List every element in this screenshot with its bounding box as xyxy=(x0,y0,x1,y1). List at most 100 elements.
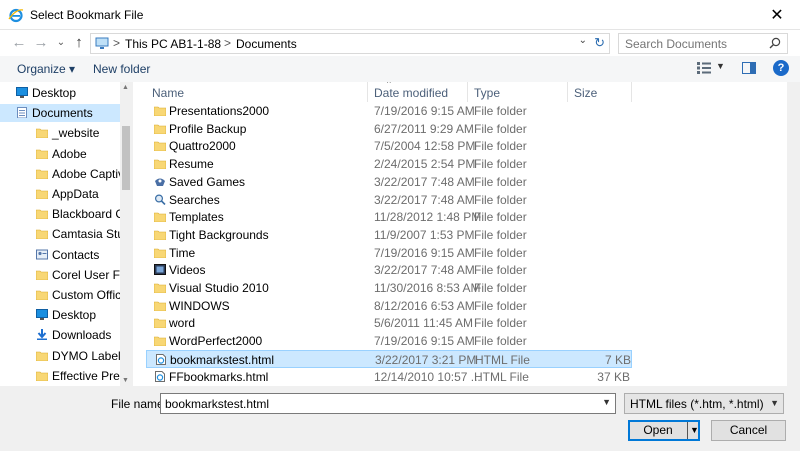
file-date: 7/19/2016 9:15 AM xyxy=(374,245,475,260)
file-name: Resume xyxy=(169,157,214,172)
folder-icon xyxy=(153,335,167,347)
videos-icon xyxy=(154,264,166,276)
forward-button[interactable]: → xyxy=(32,34,50,52)
sidebar-item-contacts[interactable]: Contacts xyxy=(0,246,120,264)
sidebar-item-adobe-captiva[interactable]: Adobe Captiva xyxy=(0,165,120,183)
column-header-type[interactable]: Type xyxy=(468,82,568,102)
file-name: Templates xyxy=(169,210,224,225)
file-name-dropdown-icon[interactable]: ▼ xyxy=(602,397,611,407)
file-date: 8/12/2016 6:53 AM xyxy=(374,298,475,313)
breadcrumb-documents[interactable]: Documents xyxy=(236,37,297,51)
file-row-quattro2000[interactable]: Quattro2000 7/5/2004 12:58 PM File folder xyxy=(146,137,632,155)
navigation-scrollbar[interactable]: ▲ ▼ xyxy=(120,82,132,386)
file-row-videos[interactable]: Videos 3/22/2017 7:48 AM File folder xyxy=(146,261,632,279)
search-icon xyxy=(769,37,781,49)
column-header-size[interactable]: Size xyxy=(568,82,632,102)
close-button[interactable]: ✕ xyxy=(754,0,800,30)
address-bar-row: ← → ⌄ ↑ > This PC AB1-1-88 > Documents ⌄… xyxy=(0,30,800,56)
sidebar-item-effective-presen[interactable]: Effective Presen xyxy=(0,367,120,385)
file-row-windows[interactable]: WINDOWS 8/12/2016 6:53 AM File folder xyxy=(146,297,632,315)
file-type-select[interactable]: HTML files (*.htm, *.html) ▼ xyxy=(624,393,784,414)
file-list-scrollbar[interactable] xyxy=(787,82,800,386)
folder-icon xyxy=(153,123,167,134)
sidebar-item-blackboard-cer[interactable]: Blackboard Cer xyxy=(0,205,120,223)
change-view-icon[interactable] xyxy=(697,62,711,74)
search-box[interactable] xyxy=(618,33,788,54)
address-dropdown-icon[interactable]: ⌄ xyxy=(579,35,587,46)
sidebar-item-label: DYMO Label xyxy=(52,348,120,363)
refresh-button[interactable]: ↻ xyxy=(594,35,605,51)
navigation-pane[interactable]: Desktop Documents _website Adobe Adobe Capti… xyxy=(0,82,132,386)
view-dropdown-icon[interactable]: ▼ xyxy=(716,61,725,71)
internet-explorer-icon xyxy=(8,8,24,23)
sidebar-item-downloads[interactable]: Downloads xyxy=(0,326,120,344)
sidebar-item-adobe[interactable]: Adobe xyxy=(0,145,120,163)
file-row-profile-backup[interactable]: Profile Backup 6/27/2011 9:29 AM File fold… xyxy=(146,120,632,138)
folder-icon xyxy=(153,282,167,294)
address-field[interactable]: > This PC AB1-1-88 > Documents ⌄ ↻ xyxy=(90,33,610,54)
column-header-size-label: Size xyxy=(574,86,598,100)
file-name: word xyxy=(169,316,196,331)
column-header-name[interactable]: Name xyxy=(146,82,368,102)
file-type: File folder xyxy=(474,157,527,172)
file-row-ffbookmarks-html[interactable]: FFbookmarks.html 12/14/2010 10:57 ... HTML… xyxy=(146,368,632,386)
file-row-word[interactable]: word 5/6/2011 11:45 AM File folder xyxy=(146,314,632,332)
folder-icon xyxy=(153,300,167,311)
file-name: Searches xyxy=(169,192,220,207)
sidebar-item-corel-user-files[interactable]: Corel User Files xyxy=(0,266,120,284)
file-date: 6/27/2011 9:29 AM xyxy=(374,121,474,136)
folder-icon xyxy=(35,148,49,159)
preview-pane-icon[interactable] xyxy=(742,62,756,74)
sidebar-item-custom-office[interactable]: Custom Office xyxy=(0,286,120,304)
sidebar-item-documents[interactable]: Documents xyxy=(0,104,120,123)
dialog-footer: File name: ▼ HTML files (*.htm, *.html) … xyxy=(0,386,800,451)
file-row-resume[interactable]: Resume 2/24/2015 2:54 PM File folder xyxy=(146,155,632,173)
file-row-wordperfect2000[interactable]: WordPerfect2000 7/19/2016 9:15 AM File fol… xyxy=(146,332,632,350)
sidebar-item-appdata[interactable]: AppData xyxy=(0,185,120,203)
file-date: 7/5/2004 12:58 PM xyxy=(374,139,476,154)
breadcrumb-separator: > xyxy=(224,36,232,50)
file-row-visual-studio-2010[interactable]: Visual Studio 2010 11/30/2016 8:53 AM File… xyxy=(146,279,632,297)
help-button[interactable]: ? xyxy=(773,60,789,76)
new-folder-button[interactable]: New folder xyxy=(93,62,150,76)
file-row-tight-backgrounds[interactable]: Tight Backgrounds 11/9/2007 1:53 PM File f… xyxy=(146,226,632,244)
file-row-presentations2000[interactable]: Presentations2000 7/19/2016 9:15 AM File f… xyxy=(146,102,632,120)
file-size: 7 KB xyxy=(604,352,631,367)
organize-button[interactable]: Organize ▾ xyxy=(17,62,75,76)
open-dropdown-icon[interactable]: ▼ xyxy=(690,422,699,439)
sidebar-item-desktop[interactable]: Desktop xyxy=(0,84,120,102)
sidebar-item-camtasia-studi[interactable]: Camtasia Studi xyxy=(0,225,120,243)
up-button[interactable]: ↑ xyxy=(70,34,88,52)
file-row-time[interactable]: Time 7/19/2016 9:15 AM File folder xyxy=(146,244,632,262)
file-list[interactable]: ^ Name Date modified Type Size Presentat… xyxy=(133,82,800,386)
search-input[interactable] xyxy=(619,34,759,53)
scroll-down-icon[interactable]: ▼ xyxy=(122,377,129,384)
file-row-saved-games[interactable]: Saved Games 3/22/2017 7:48 AM File folder xyxy=(146,173,632,191)
search-folder-icon xyxy=(154,193,166,205)
sidebar-item-desktop[interactable]: Desktop xyxy=(0,306,120,324)
file-name: Quattro2000 xyxy=(169,139,236,154)
sidebar-item-website[interactable]: _website xyxy=(0,124,120,142)
folder-icon xyxy=(35,168,49,180)
breadcrumb-this-pc[interactable]: This PC AB1-1-88 xyxy=(125,37,221,51)
scroll-up-icon[interactable]: ▲ xyxy=(122,84,129,91)
file-type: HTML File xyxy=(475,352,530,367)
file-name-label: File name: xyxy=(111,397,168,411)
folder-icon xyxy=(35,228,49,240)
file-row-searches[interactable]: Searches 3/22/2017 7:48 AM File folder xyxy=(146,191,632,209)
recent-locations-button[interactable]: ⌄ xyxy=(52,34,70,52)
file-type: File folder xyxy=(474,210,527,225)
file-name-combo[interactable]: ▼ xyxy=(160,393,616,414)
file-row-bookmarkstest-html[interactable]: bookmarkstest.html 3/22/2017 3:21 PM HTML … xyxy=(146,349,632,368)
open-button[interactable]: Open ▼ xyxy=(628,420,700,441)
column-header-date[interactable]: Date modified xyxy=(368,82,468,102)
file-name-input[interactable] xyxy=(161,394,591,413)
file-row-templates[interactable]: Templates 11/28/2012 1:48 PM File folder xyxy=(146,208,632,226)
file-name: WINDOWS xyxy=(169,298,230,313)
column-header-date-label: Date modified xyxy=(374,86,449,100)
cancel-button[interactable]: Cancel xyxy=(711,420,786,441)
folder-icon xyxy=(153,211,167,223)
back-button[interactable]: ← xyxy=(10,34,28,52)
scrollbar-thumb[interactable] xyxy=(122,126,130,190)
sidebar-item-dymo-label[interactable]: DYMO Label xyxy=(0,347,120,365)
